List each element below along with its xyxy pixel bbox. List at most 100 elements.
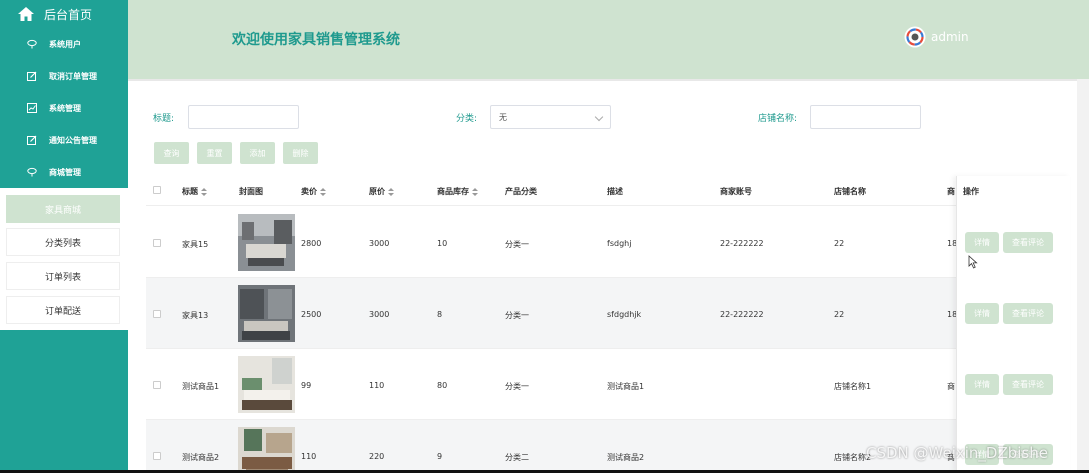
cell-title: 家具13 (182, 311, 209, 320)
shop-search-input[interactable] (810, 105, 921, 129)
header-divider (128, 79, 1089, 81)
cell-category: 分类一 (505, 240, 529, 249)
cell-original-price: 3000 (369, 239, 390, 248)
sidebar-home-label: 后台首页 (44, 7, 93, 22)
detail-button[interactable]: 详情 (965, 303, 999, 324)
category-filter-label: 分类: (456, 114, 478, 124)
cell-description: fsdghj (607, 239, 632, 248)
sidebar-item-label: 商城管理 (49, 167, 81, 177)
cell-description: 测试商品2 (607, 453, 645, 462)
cell-category: 分类一 (505, 382, 529, 391)
col-stock-label: 商品库存 (437, 187, 469, 196)
title-filter-label: 标题: (153, 114, 175, 124)
col-cover: 封面图 (239, 187, 263, 196)
cell-shop-name: 22 (834, 239, 845, 248)
row-checkbox[interactable] (153, 239, 161, 247)
sidebar-item-label: 系统管理 (49, 103, 81, 113)
product-image (238, 285, 295, 342)
title-search-input[interactable] (188, 105, 299, 129)
page-title: 欢迎使用家具销售管理系统 (232, 32, 400, 48)
cell-original-price: 110 (369, 381, 385, 390)
delete-button[interactable]: 删除 (283, 142, 318, 164)
top-header: 欢迎使用家具销售管理系统 admin (128, 0, 1089, 79)
vertical-scrollbar[interactable] (1077, 79, 1089, 473)
cell-category: 分类二 (505, 453, 529, 462)
detail-button[interactable]: 详情 (965, 374, 999, 395)
sidebar-item-system-management[interactable]: 系统管理 (0, 92, 128, 124)
chart-icon (27, 103, 37, 113)
cell-original-price: 3000 (369, 310, 390, 319)
col-original-price-label: 原价 (369, 187, 385, 196)
reset-button[interactable]: 重置 (197, 142, 232, 164)
user-menu[interactable]: admin (904, 26, 969, 48)
view-reviews-button[interactable]: 查看评论 (1003, 232, 1053, 253)
sort-icon (320, 187, 326, 196)
col-title-label: 标题 (182, 187, 198, 196)
category-select[interactable]: 无 (490, 105, 611, 129)
category-select-value: 无 (499, 112, 507, 122)
cell-truncated: 商 (947, 382, 955, 391)
detail-button[interactable]: 详情 (965, 232, 999, 253)
shield-icon (27, 167, 37, 177)
col-shop-name: 店铺名称 (834, 187, 866, 196)
mouse-cursor-icon (968, 255, 978, 269)
view-reviews-button[interactable]: 查看评论 (1003, 303, 1053, 324)
cell-price: 99 (301, 381, 312, 390)
cell-shop-name: 店铺名称1 (834, 382, 872, 391)
cell-description: 测试商品1 (607, 382, 645, 391)
sidebar-sub-order-list[interactable]: 订单列表 (6, 262, 120, 290)
cell-price: 110 (301, 452, 317, 461)
col-category: 产品分类 (505, 187, 537, 196)
add-button[interactable]: 添加 (240, 142, 275, 164)
cell-category: 分类一 (505, 311, 529, 320)
col-description: 描述 (607, 187, 623, 196)
sidebar-sub-category-list[interactable]: 分类列表 (6, 228, 120, 256)
cell-price: 2800 (301, 239, 322, 248)
sidebar-item-label: 系统用户 (49, 39, 81, 49)
cell-description: sfdgdhjk (607, 310, 642, 319)
row-checkbox[interactable] (153, 381, 161, 389)
username: admin (931, 30, 969, 44)
shield-icon (27, 39, 37, 49)
sidebar-item-cancel-orders[interactable]: 取消订单管理 (0, 60, 128, 92)
view-reviews-button[interactable]: 查看评论 (1003, 374, 1053, 395)
cell-stock: 8 (437, 310, 443, 319)
sidebar-sub-furniture-mall[interactable]: 家具商城 (6, 195, 120, 223)
sidebar-sub-order-delivery[interactable]: 订单配送 (6, 296, 120, 324)
col-price[interactable]: 卖价 (301, 186, 326, 197)
cell-stock: 9 (437, 452, 443, 461)
col-merchant: 商家账号 (720, 187, 752, 196)
row-checkbox[interactable] (153, 310, 161, 318)
table-header: 标题 封面图 卖价 原价 商品库存 产品分类 描述 商家账号 店铺名称 商 (146, 176, 1070, 206)
sidebar-item-label: 通知公告管理 (49, 135, 97, 145)
cell-merchant: 22-222222 (720, 239, 764, 248)
cell-merchant: 22-222222 (720, 310, 764, 319)
cell-price: 2500 (301, 310, 322, 319)
select-all-checkbox[interactable] (153, 186, 161, 194)
col-truncated: 商 (947, 187, 955, 196)
sort-icon (472, 187, 478, 196)
sort-icon (201, 187, 207, 196)
col-price-label: 卖价 (301, 187, 317, 196)
product-image (238, 214, 295, 271)
query-button[interactable]: 查询 (154, 142, 189, 164)
sidebar-item-notice-management[interactable]: 通知公告管理 (0, 124, 128, 156)
table-row: 家具13 2500 3000 8 分类一 sfdgdhjk 22-222222 … (146, 278, 1070, 349)
cell-title: 测试商品1 (182, 382, 220, 391)
cell-shop-name: 22 (834, 310, 845, 319)
col-stock[interactable]: 商品库存 (437, 186, 478, 197)
sidebar-item-label: 取消订单管理 (49, 71, 97, 81)
watermark: CSDN @Weixin_DZbishe (866, 444, 1048, 462)
shop-filter-label: 店铺名称: (758, 114, 798, 124)
sidebar-item-system-users[interactable]: 系统用户 (0, 28, 128, 60)
col-title[interactable]: 标题 (182, 186, 207, 197)
sidebar-home[interactable]: 后台首页 (0, 0, 128, 28)
row-checkbox[interactable] (153, 452, 161, 460)
sort-icon (388, 187, 394, 196)
product-image (238, 356, 295, 413)
cell-stock: 10 (437, 239, 448, 248)
app-root: 后台首页 系统用户 取消订单管理 系统管理 通知公告管理 商城管理 家具商城 分… (0, 0, 1089, 473)
sidebar-item-mall-management[interactable]: 商城管理 (0, 156, 128, 188)
col-original-price[interactable]: 原价 (369, 186, 394, 197)
table-row: 测试商品1 99 110 80 分类一 测试商品1 店铺名称1 商 (146, 349, 1070, 420)
